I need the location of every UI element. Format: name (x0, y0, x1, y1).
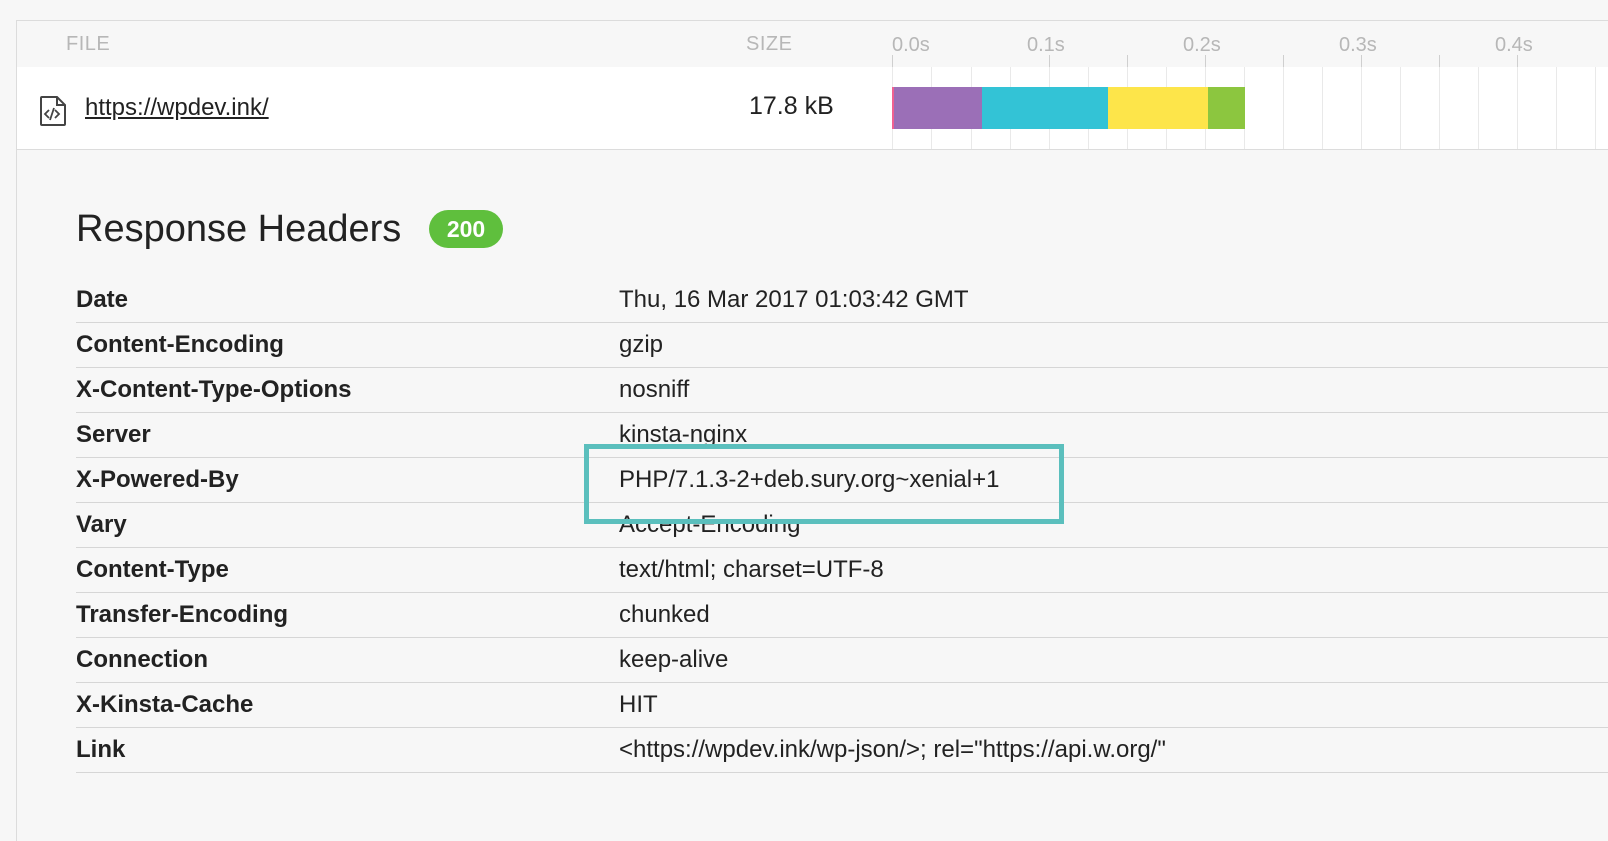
timeline-gridline (1322, 67, 1323, 149)
header-name: Content-Encoding (76, 331, 284, 358)
header-name: Transfer-Encoding (76, 601, 289, 628)
header-value: Accept-Encoding (619, 511, 801, 538)
timeline-gridline (1517, 67, 1518, 149)
header-row: Vary Accept-Encoding (76, 503, 1608, 548)
major-tick (1517, 55, 1518, 67)
timeline-gridline (1556, 67, 1557, 149)
timeline-tick-label: 0.3s (1339, 34, 1377, 56)
waterfall-header: FILE SIZE 0.0s 0.1s 0.2s 0.3s 0.4s (17, 21, 1608, 68)
header-value: chunked (619, 601, 710, 628)
header-name: Content-Type (76, 556, 229, 583)
header-row: X-Kinsta-Cache HIT (76, 683, 1608, 728)
request-size: 17.8 kB (749, 92, 834, 120)
timeline-tick-label: 0.2s (1183, 34, 1221, 56)
header-row: Link <https://wpdev.ink/wp-json/>; rel="… (76, 728, 1608, 773)
html-file-icon (39, 96, 67, 126)
header-row: Date Thu, 16 Mar 2017 01:03:42 GMT (76, 278, 1608, 323)
timing-segment-receive[interactable] (1108, 87, 1208, 129)
header-name: X-Powered-By (76, 466, 239, 493)
header-row: Content-Encoding gzip (76, 323, 1608, 368)
header-row: X-Powered-By PHP/7.1.3-2+deb.sury.org~xe… (76, 458, 1608, 503)
header-name: Vary (76, 511, 127, 538)
header-name: Date (76, 286, 129, 313)
header-row: Server kinsta-nginx (76, 413, 1608, 458)
header-value: <https://wpdev.ink/wp-json/>; rel="https… (619, 736, 1166, 763)
response-headers-table: Date Thu, 16 Mar 2017 01:03:42 GMT Conte… (76, 278, 1608, 773)
header-value: nosniff (619, 376, 690, 403)
header-value: keep-alive (619, 646, 729, 673)
response-headers-title: Response Headers (76, 208, 402, 250)
request-url-link[interactable]: https://wpdev.ink/ (85, 94, 269, 122)
timing-segment-end[interactable] (1208, 87, 1245, 129)
header-name: X-Content-Type-Options (76, 376, 352, 403)
header-name: Server (76, 421, 151, 448)
size-column-header[interactable]: SIZE (746, 33, 792, 56)
minor-tick (1283, 55, 1284, 67)
header-row: X-Content-Type-Options nosniff (76, 368, 1608, 413)
header-value: HIT (619, 691, 658, 718)
timeline-gridline (1478, 67, 1479, 149)
timeline-gridline (1400, 67, 1401, 149)
minor-tick (1439, 55, 1440, 67)
timeline-gridline (1439, 67, 1440, 149)
timing-segment-connect[interactable] (894, 87, 982, 129)
request-row[interactable]: https://wpdev.ink/ 17.8 kB (17, 67, 1608, 150)
header-value: kinsta-nginx (619, 421, 748, 448)
status-badge: 200 (429, 210, 503, 248)
header-row: Connection keep-alive (76, 638, 1608, 683)
timeline-tick-label: 0.0s (892, 34, 930, 56)
header-value: PHP/7.1.3-2+deb.sury.org~xenial+1 (619, 466, 1000, 493)
timing-segment-wait[interactable] (982, 87, 1108, 129)
major-tick (892, 55, 893, 67)
header-value: Thu, 16 Mar 2017 01:03:42 GMT (619, 286, 969, 313)
major-tick (1049, 55, 1050, 67)
header-row: Transfer-Encoding chunked (76, 593, 1608, 638)
header-row: Content-Type text/html; charset=UTF-8 (76, 548, 1608, 593)
header-value: gzip (619, 331, 664, 358)
major-tick (1205, 55, 1206, 67)
timeline-gridline (1283, 67, 1284, 149)
timeline-gridline (1595, 67, 1596, 149)
header-name: Connection (76, 646, 208, 673)
header-name: Link (76, 736, 126, 763)
file-column-header[interactable]: FILE (66, 33, 110, 56)
timeline-tick-label: 0.1s (1027, 34, 1065, 56)
header-value: text/html; charset=UTF-8 (619, 556, 884, 583)
timeline-tick-label: 0.4s (1495, 34, 1533, 56)
timeline-gridline (1361, 67, 1362, 149)
header-name: X-Kinsta-Cache (76, 691, 254, 718)
minor-tick (1127, 55, 1128, 67)
major-tick (1361, 55, 1362, 67)
